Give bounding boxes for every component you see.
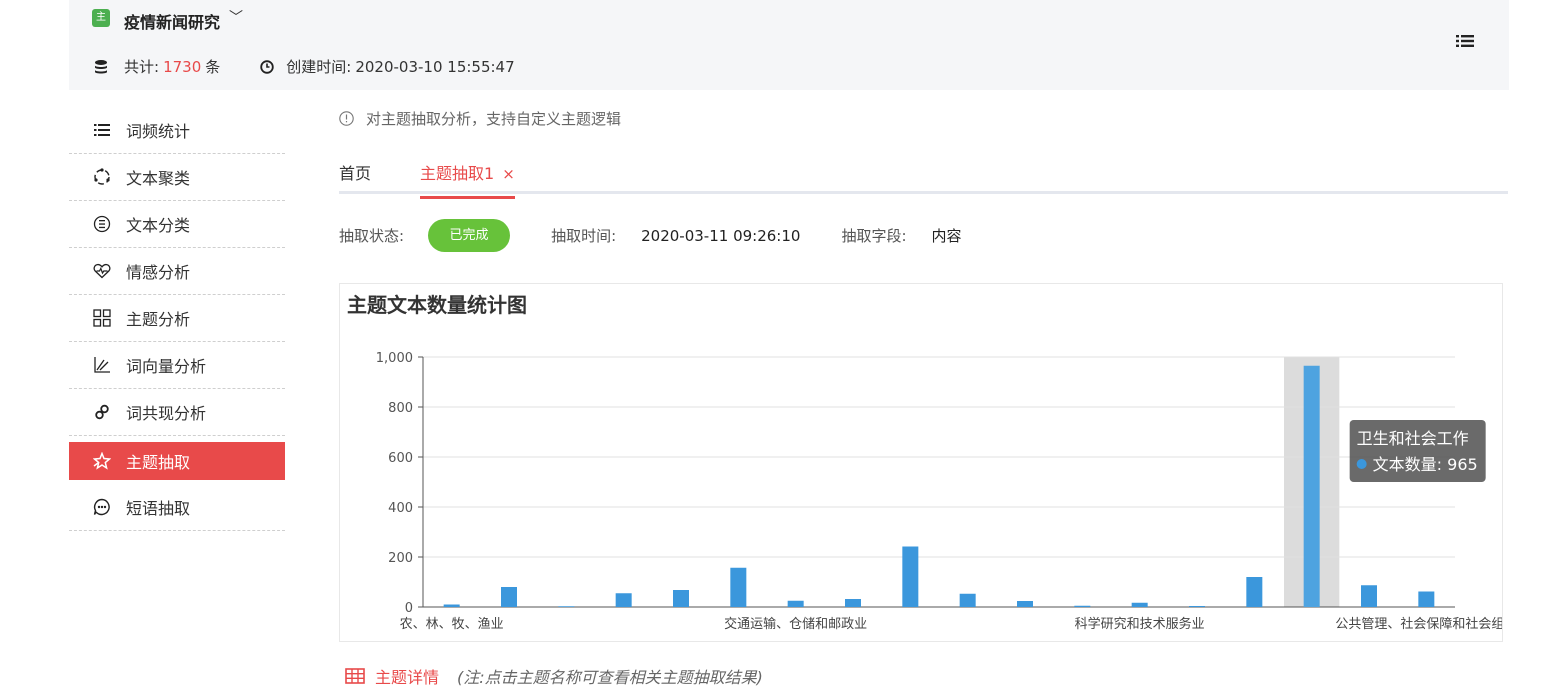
bar — [730, 567, 747, 607]
status-badge: 已完成 — [428, 219, 511, 252]
bar — [959, 593, 976, 607]
x-tick-label: 科学研究和技术服务业 — [1075, 616, 1205, 632]
y-tick-label: 600 — [388, 451, 413, 466]
grid-icon — [93, 309, 111, 327]
bar — [1361, 585, 1377, 607]
total-label: 共计: — [124, 58, 160, 76]
bar — [443, 604, 460, 607]
sidebar-item-text-classification[interactable]: 文本分类 — [69, 201, 285, 248]
sidebar-item-label: 主题分析 — [126, 310, 191, 329]
bar — [787, 600, 804, 607]
link-icon — [93, 403, 111, 421]
y-tick-label: 1,000 — [376, 351, 413, 366]
field-value: 内容 — [931, 227, 962, 245]
bar — [1017, 601, 1033, 607]
sidebar-item-phrase-extraction[interactable]: 短语抽取 — [69, 484, 285, 531]
topic-details-link[interactable]: 主题详情 — [375, 664, 439, 688]
chevron-down-icon[interactable]: ﹀ — [229, 7, 243, 27]
tip-text: 对主题抽取分析，支持自定义主题逻辑 — [366, 110, 622, 128]
x-tick-label: 农、林、牧、渔业 — [400, 617, 504, 632]
bar — [558, 606, 575, 607]
bar — [673, 590, 689, 607]
chart-title: 主题文本数量统计图 — [347, 293, 527, 317]
y-tick-label: 800 — [388, 401, 413, 416]
sidebar-item-word-vector[interactable]: 词向量分析 — [69, 342, 285, 389]
sidebar-item-label: 文本分类 — [126, 216, 191, 235]
heart-icon — [93, 262, 111, 280]
sidebar-item-label: 短语抽取 — [126, 499, 191, 518]
sidebar-item-label: 情感分析 — [126, 263, 191, 282]
project-name[interactable]: 疫情新闻研究 — [124, 9, 220, 33]
sidebar-item-text-clustering[interactable]: 文本聚类 — [69, 154, 285, 201]
cluster-icon — [93, 168, 111, 186]
list-icon — [93, 121, 111, 139]
sidebar-item-word-frequency[interactable]: 词频统计 — [69, 107, 285, 154]
created-time: 2020-03-10 15:55:47 — [355, 57, 515, 76]
total-unit: 条 — [205, 58, 221, 76]
bar — [1074, 605, 1091, 607]
bar — [1131, 602, 1148, 607]
topic-details-note: (注:点击主题名称可查看相关主题抽取结果) — [457, 668, 763, 687]
tooltip-series-dot — [1356, 459, 1367, 469]
bar — [845, 599, 861, 607]
bar — [1303, 365, 1320, 607]
sidebar-item-sentiment-analysis[interactable]: 情感分析 — [69, 248, 285, 295]
project-badge-icon: 主 — [92, 9, 110, 27]
field-label: 抽取字段: — [841, 227, 907, 245]
time-value: 2020-03-11 09:26:10 — [641, 226, 801, 245]
bar — [615, 593, 632, 607]
tab-bar: 首页 主题抽取1 × — [339, 150, 1508, 199]
tab-label: 主题抽取1 — [420, 164, 495, 183]
tab-topic-extraction-1[interactable]: 主题抽取1 × — [420, 160, 515, 199]
sidebar-item-label: 词共现分析 — [126, 404, 207, 423]
sidebar-item-co-occurrence[interactable]: 词共现分析 — [69, 389, 285, 436]
bar-chart-svg: 0 200 400 600 800 1,000 农、林、牧、渔业 交通运输、仓储和邮政业 科学研… — [376, 351, 1503, 632]
y-tick-label: 200 — [388, 551, 413, 566]
sidebar-item-topic-extraction[interactable]: 主题抽取 — [69, 442, 285, 480]
bar — [902, 546, 919, 607]
info-icon — [339, 111, 354, 126]
sidebar-item-label: 词频统计 — [126, 122, 191, 141]
tooltip-value: 文本数量: 965 — [1373, 455, 1478, 474]
y-tick-label: 0 — [405, 601, 413, 616]
database-icon — [95, 59, 107, 73]
sidebar-item-label: 主题抽取 — [126, 453, 191, 472]
table-icon — [345, 668, 365, 684]
bar — [501, 587, 517, 607]
total-count: 1730 — [163, 57, 202, 76]
list-menu-icon[interactable] — [1456, 33, 1474, 49]
x-tick-label: 公共管理、社会保障和社会组织 — [1335, 616, 1503, 632]
state-label: 抽取状态: — [339, 227, 405, 245]
created-label: 创建时间: — [286, 58, 352, 76]
sidebar-nav: 词频统计 文本聚类 文本分类 情感分析 主题分析 词向量分析 词共现分析 主题抽… — [69, 107, 285, 531]
star-icon — [93, 452, 111, 470]
sidebar-item-label: 词向量分析 — [126, 357, 207, 376]
bar — [1418, 591, 1435, 607]
vector-icon — [93, 356, 111, 374]
bar — [1189, 606, 1205, 607]
chat-icon — [93, 498, 111, 516]
project-stats: 共计: 1730 条 创建时间: 2020-03-10 15:55:47 — [93, 56, 515, 77]
x-tick-label: 交通运输、仓储和邮政业 — [724, 616, 867, 632]
clock-icon — [260, 59, 274, 74]
classify-icon — [93, 215, 111, 233]
bar — [1246, 577, 1263, 607]
tooltip-title: 卫生和社会工作 — [1357, 429, 1469, 448]
time-label: 抽取时间: — [551, 227, 617, 245]
sidebar-item-label: 文本聚类 — [126, 169, 191, 188]
sidebar-item-topic-analysis[interactable]: 主题分析 — [69, 295, 285, 342]
topic-count-chart: 0 200 400 600 800 1,000 农、林、牧、渔业 交通运输、仓储和邮政业 科学研… — [339, 283, 1503, 642]
close-icon[interactable]: × — [502, 165, 515, 183]
topic-details-section: 主题详情 (注:点击主题名称可查看相关主题抽取结果) — [345, 664, 763, 688]
tab-home[interactable]: 首页 — [339, 160, 371, 184]
y-tick-label: 400 — [388, 501, 413, 516]
project-header: 主 疫情新闻研究 ﹀ 共计: 1730 条 创建时间: 2020-03-10 1… — [69, 0, 1509, 90]
info-tip: 对主题抽取分析，支持自定义主题逻辑 — [339, 108, 621, 129]
extraction-status-row: 抽取状态: 已完成 抽取时间: 2020-03-11 09:26:10 抽取字段… — [339, 219, 962, 252]
